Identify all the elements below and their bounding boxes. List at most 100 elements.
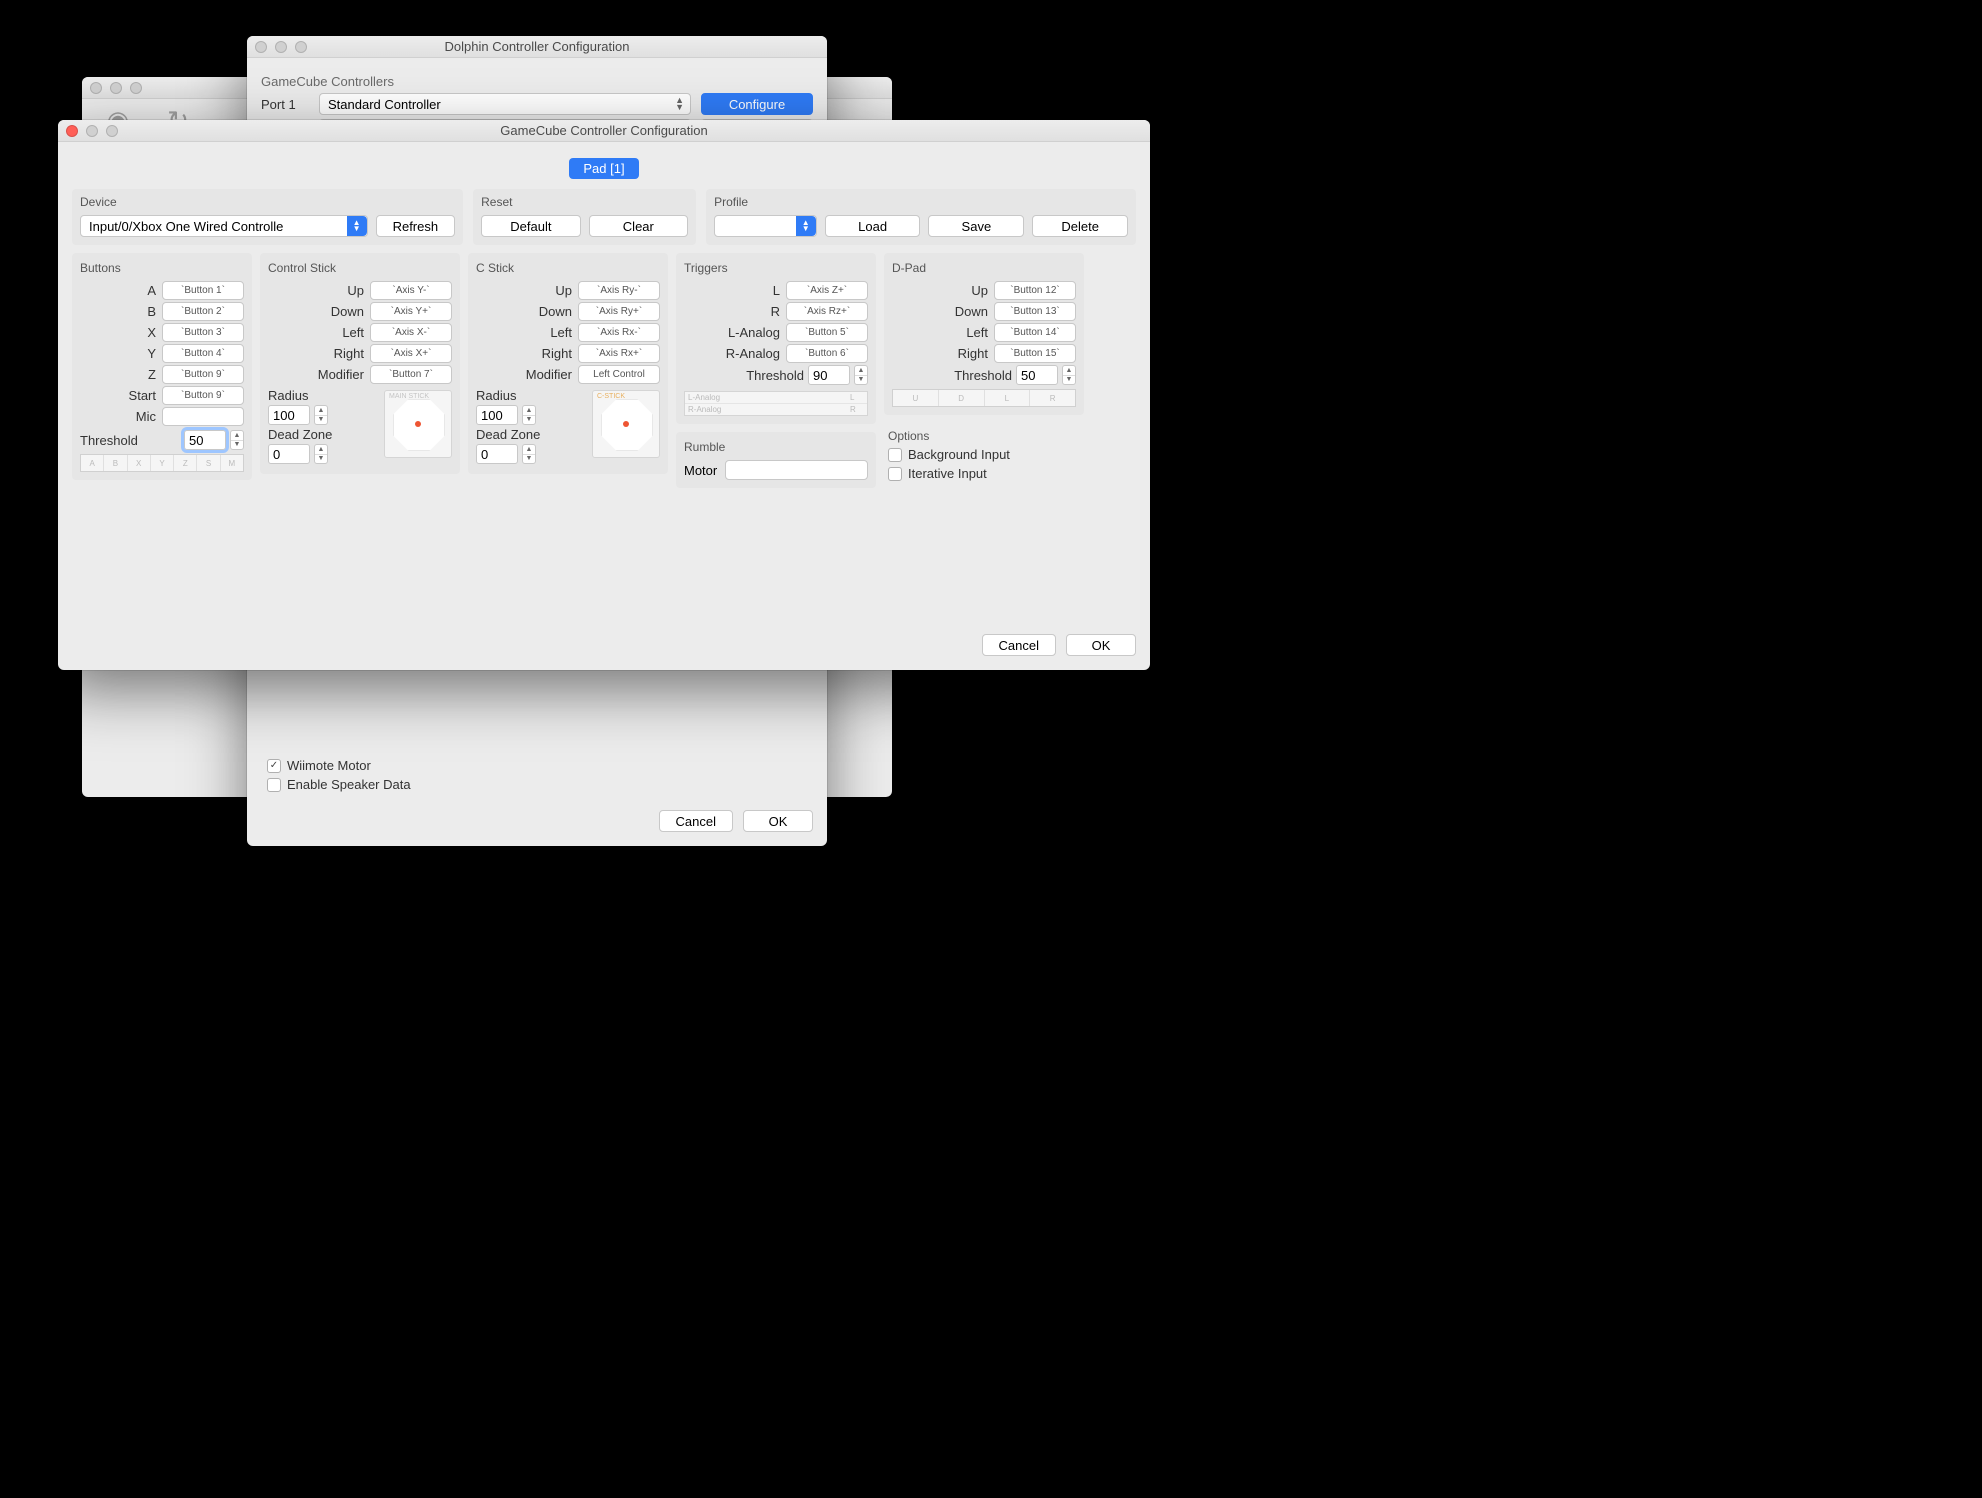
delete-button[interactable]: Delete	[1032, 215, 1128, 237]
button-map-row: B`Button 2`	[80, 302, 244, 321]
trigger-map-row: R`Axis Rz+`	[684, 302, 868, 321]
trigger-map-row: L`Axis Z+`	[684, 281, 868, 300]
chevron-down-icon: ▼	[855, 376, 867, 385]
cancel-button[interactable]: Cancel	[982, 634, 1056, 656]
tab-pad-1[interactable]: Pad [1]	[569, 158, 638, 179]
maximize-icon[interactable]	[130, 82, 142, 94]
radius-input[interactable]	[268, 405, 310, 425]
map-field[interactable]: Left Control	[578, 365, 660, 384]
deadzone-input[interactable]	[268, 444, 310, 464]
checkbox-label: Enable Speaker Data	[287, 777, 411, 792]
section-title: GameCube Controllers	[261, 74, 813, 89]
configure-button[interactable]: Configure	[701, 93, 813, 115]
map-label: Left	[476, 325, 572, 340]
map-label: Modifier	[268, 367, 364, 382]
profile-select[interactable]: ▲▼	[714, 215, 817, 237]
radius-input[interactable]	[476, 405, 518, 425]
map-field[interactable]: `Axis X-`	[370, 323, 452, 342]
map-field[interactable]: `Axis X+`	[370, 344, 452, 363]
map-field[interactable]: `Button 14`	[994, 323, 1076, 342]
threshold-label: Threshold	[684, 368, 804, 383]
stepper[interactable]: ▲▼	[314, 405, 328, 425]
threshold-input[interactable]	[808, 365, 850, 385]
map-field[interactable]: `Axis Y+`	[370, 302, 452, 321]
map-field[interactable]: `Button 6`	[786, 344, 868, 363]
cstick-map-row: Up `Axis Ry-`	[476, 281, 660, 300]
wiimote-motor-checkbox[interactable]: ✓ Wiimote Motor	[267, 758, 807, 773]
dpad-indicator: UDLR	[892, 389, 1076, 407]
panel-title: Control Stick	[268, 261, 452, 275]
map-field[interactable]: `Button 5`	[786, 323, 868, 342]
map-field[interactable]: `Axis Ry-`	[578, 281, 660, 300]
minimize-icon[interactable]	[110, 82, 122, 94]
stepper[interactable]: ▲▼	[854, 365, 868, 385]
default-button[interactable]: Default	[481, 215, 580, 237]
map-field[interactable]: `Button 2`	[162, 302, 244, 321]
button-indicator: ABXYZSM	[80, 454, 244, 472]
iterative-input-checkbox[interactable]: Iterative Input	[888, 466, 1080, 481]
map-label: Left	[892, 325, 988, 340]
button-map-row: Start`Button 9`	[80, 386, 244, 405]
close-icon[interactable]	[90, 82, 102, 94]
dpad-map-row: Down`Button 13`	[892, 302, 1076, 321]
map-field[interactable]: `Button 1`	[162, 281, 244, 300]
map-label: Up	[476, 283, 572, 298]
reset-label: Reset	[481, 195, 688, 209]
checkbox-icon	[888, 467, 902, 481]
map-field[interactable]: `Axis Z+`	[786, 281, 868, 300]
map-field[interactable]: `Axis Rz+`	[786, 302, 868, 321]
chevron-up-icon: ▲	[523, 406, 535, 416]
map-field[interactable]	[162, 407, 244, 426]
motor-field[interactable]	[725, 460, 868, 480]
map-field[interactable]: `Axis Ry+`	[578, 302, 660, 321]
c-stick-visual: C-STICK	[592, 390, 660, 458]
stepper[interactable]: ▲▼	[1062, 365, 1076, 385]
map-label: Right	[268, 346, 364, 361]
checkbox-label: Background Input	[908, 447, 1010, 462]
map-field[interactable]: `Button 12`	[994, 281, 1076, 300]
cancel-button[interactable]: Cancel	[659, 810, 733, 832]
chevron-up-icon: ▲	[855, 366, 867, 376]
clear-button[interactable]: Clear	[589, 215, 688, 237]
titlebar: Dolphin Controller Configuration	[247, 36, 827, 58]
map-label: L-Analog	[684, 325, 780, 340]
map-label: A	[80, 283, 156, 298]
window-title: Dolphin Controller Configuration	[247, 39, 827, 54]
map-field[interactable]: `Button 4`	[162, 344, 244, 363]
chevron-down-icon: ▼	[231, 441, 243, 450]
panel-title: D-Pad	[892, 261, 1076, 275]
chevron-up-icon: ▲	[315, 445, 327, 455]
threshold-input[interactable]	[184, 430, 226, 450]
speaker-data-checkbox[interactable]: Enable Speaker Data	[267, 777, 807, 792]
map-field[interactable]: `Button 9`	[162, 386, 244, 405]
titlebar: GameCube Controller Configuration	[58, 120, 1150, 142]
map-field[interactable]: `Button 7`	[370, 365, 452, 384]
device-select[interactable]: Input/0/Xbox One Wired Controlle ▲▼	[80, 215, 368, 237]
threshold-input[interactable]	[1016, 365, 1058, 385]
rumble-panel: Rumble Motor	[676, 432, 876, 488]
stepper[interactable]: ▲▼	[522, 444, 536, 464]
refresh-button[interactable]: Refresh	[376, 215, 456, 237]
stepper[interactable]: ▲▼	[522, 405, 536, 425]
panel-title: Triggers	[684, 261, 868, 275]
port1-select[interactable]: Standard Controller ▲▼	[319, 93, 691, 115]
map-field[interactable]: `Button 13`	[994, 302, 1076, 321]
ok-button[interactable]: OK	[743, 810, 813, 832]
map-field[interactable]: `Button 9`	[162, 365, 244, 384]
save-button[interactable]: Save	[928, 215, 1024, 237]
stepper[interactable]: ▲▼	[314, 444, 328, 464]
ok-button[interactable]: OK	[1066, 634, 1136, 656]
map-field[interactable]: `Axis Y-`	[370, 281, 452, 300]
map-field[interactable]: `Axis Rx-`	[578, 323, 660, 342]
stepper[interactable]: ▲▼	[230, 430, 244, 450]
checkbox-icon	[888, 448, 902, 462]
panel-title: C Stick	[476, 261, 660, 275]
main-stick-visual: MAIN STICK	[384, 390, 452, 458]
map-label: R-Analog	[684, 346, 780, 361]
load-button[interactable]: Load	[825, 215, 921, 237]
deadzone-input[interactable]	[476, 444, 518, 464]
background-input-checkbox[interactable]: Background Input	[888, 447, 1080, 462]
map-field[interactable]: `Axis Rx+`	[578, 344, 660, 363]
map-field[interactable]: `Button 3`	[162, 323, 244, 342]
map-field[interactable]: `Button 15`	[994, 344, 1076, 363]
